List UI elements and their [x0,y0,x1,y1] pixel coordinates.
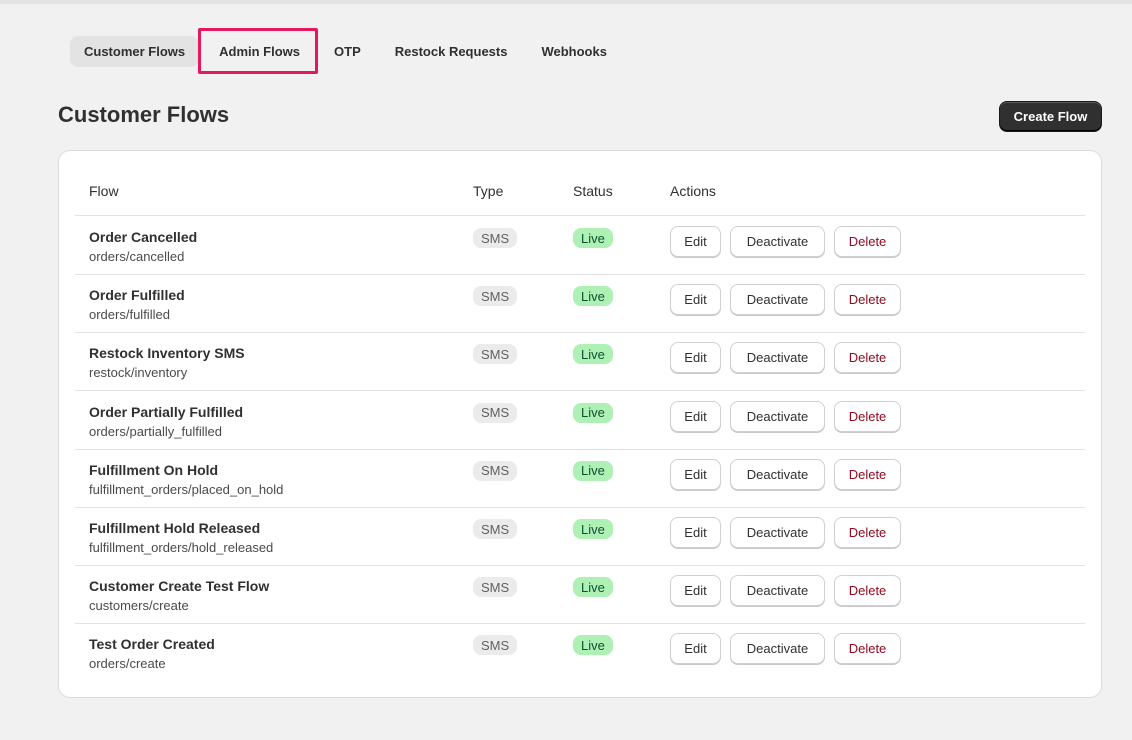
edit-button[interactable]: Edit [670,575,721,607]
deactivate-button[interactable]: Deactivate [730,458,825,490]
create-flow-button[interactable]: Create Flow [999,101,1102,132]
flow-name: Order Partially Fulfilled [89,403,244,420]
deactivate-button[interactable]: Deactivate [730,517,825,548]
flow-tabs: Customer Flows Admin Flows OTP Restock R… [70,36,621,67]
deactivate-button[interactable]: Deactivate [730,284,825,316]
edit-button[interactable]: Edit [670,226,721,257]
table-row: Restock Inventory SMS restock/inventory SM… [75,333,1085,392]
tab-otp[interactable]: OTP [320,36,375,67]
edit-button[interactable]: Edit [670,284,721,316]
type-badge: SMS [473,402,518,423]
tab-webhooks[interactable]: Webhooks [527,36,621,67]
row-actions: Edit Deactivate Delete [670,400,901,432]
flow-name: Test Order Created [89,636,215,653]
flow-topic: orders/partially_fulfilled [89,423,222,439]
column-header-actions: Actions [670,183,716,199]
table-row: Order Fulfilled orders/fulfilled SMS Live Ed… [75,275,1085,334]
flow-topic: orders/create [89,656,166,672]
tab-customer-flows[interactable]: Customer Flows [70,36,200,67]
table-row: Fulfillment Hold Released fulfillment_ord… [75,508,1085,566]
status-badge: Live [573,635,613,656]
type-badge: SMS [473,344,518,365]
type-badge: SMS [473,286,518,307]
deactivate-button[interactable]: Deactivate [730,342,825,374]
row-actions: Edit Deactivate Delete [670,517,901,548]
row-actions: Edit Deactivate Delete [670,575,901,607]
status-badge: Live [573,577,613,598]
deactivate-button[interactable]: Deactivate [730,226,825,257]
column-header-type: Type [473,183,504,199]
page-title: Customer Flows [58,102,230,127]
deactivate-button[interactable]: Deactivate [730,575,825,607]
type-badge: SMS [473,228,518,248]
edit-button[interactable]: Edit [670,633,721,665]
delete-button[interactable]: Delete [834,400,901,432]
deactivate-button[interactable]: Deactivate [730,400,825,432]
status-badge: Live [573,460,613,481]
flow-name: Restock Inventory SMS [89,345,245,362]
type-badge: SMS [473,519,518,539]
flow-topic: orders/cancelled [89,249,185,264]
delete-button[interactable]: Delete [834,458,901,490]
row-actions: Edit Deactivate Delete [670,342,901,374]
tab-restock-requests[interactable]: Restock Requests [381,36,522,67]
edit-button[interactable]: Edit [670,458,721,490]
type-badge: SMS [473,635,518,656]
flows-table-card: Flow Type Status Actions Order Cancelled… [58,150,1102,698]
table-row: Fulfillment On Hold fulfillment_orders/pl… [75,450,1085,508]
edit-button[interactable]: Edit [670,342,721,374]
type-badge: SMS [473,577,518,598]
status-badge: Live [573,228,613,248]
delete-button[interactable]: Delete [834,575,901,607]
flow-topic: fulfillment_orders/hold_released [89,540,274,555]
status-badge: Live [573,402,613,423]
row-actions: Edit Deactivate Delete [670,226,901,257]
delete-button[interactable]: Delete [834,226,901,257]
deactivate-button[interactable]: Deactivate [730,633,825,665]
table-row: Order Partially Fulfilled orders/partiall… [75,392,1085,450]
flow-name: Order Fulfilled [89,287,185,304]
flow-topic: restock/inventory [89,365,188,381]
table-row: Order Cancelled orders/cancelled SMS Live Ed… [75,217,1085,275]
status-badge: Live [573,286,613,307]
flow-name: Fulfillment Hold Released [89,520,261,536]
top-divider [0,0,1132,4]
delete-button[interactable]: Delete [834,342,901,374]
column-header-flow: Flow [89,183,119,199]
tab-admin-flows[interactable]: Admin Flows [205,36,314,67]
edit-button[interactable]: Edit [670,517,721,548]
type-badge: SMS [473,460,518,481]
column-header-status: Status [573,183,613,199]
row-actions: Edit Deactivate Delete [670,458,901,490]
table-header: Flow Type Status Actions [75,171,1085,216]
edit-button[interactable]: Edit [670,400,721,432]
row-actions: Edit Deactivate Delete [670,284,901,316]
delete-button[interactable]: Delete [834,517,901,548]
delete-button[interactable]: Delete [834,633,901,665]
status-badge: Live [573,344,613,365]
flow-name: Order Cancelled [89,229,198,245]
delete-button[interactable]: Delete [834,284,901,316]
table-row: Customer Create Test Flow customers/creat… [75,566,1085,625]
table-row: Test Order Created orders/create SMS Live Ed… [75,624,1085,682]
flow-topic: customers/create [89,598,189,614]
flow-name: Customer Create Test Flow [89,578,270,595]
flow-topic: orders/fulfilled [89,307,170,323]
row-actions: Edit Deactivate Delete [670,633,901,665]
status-badge: Live [573,519,613,539]
flow-name: Fulfillment On Hold [89,461,219,478]
flow-topic: fulfillment_orders/placed_on_hold [89,481,284,497]
